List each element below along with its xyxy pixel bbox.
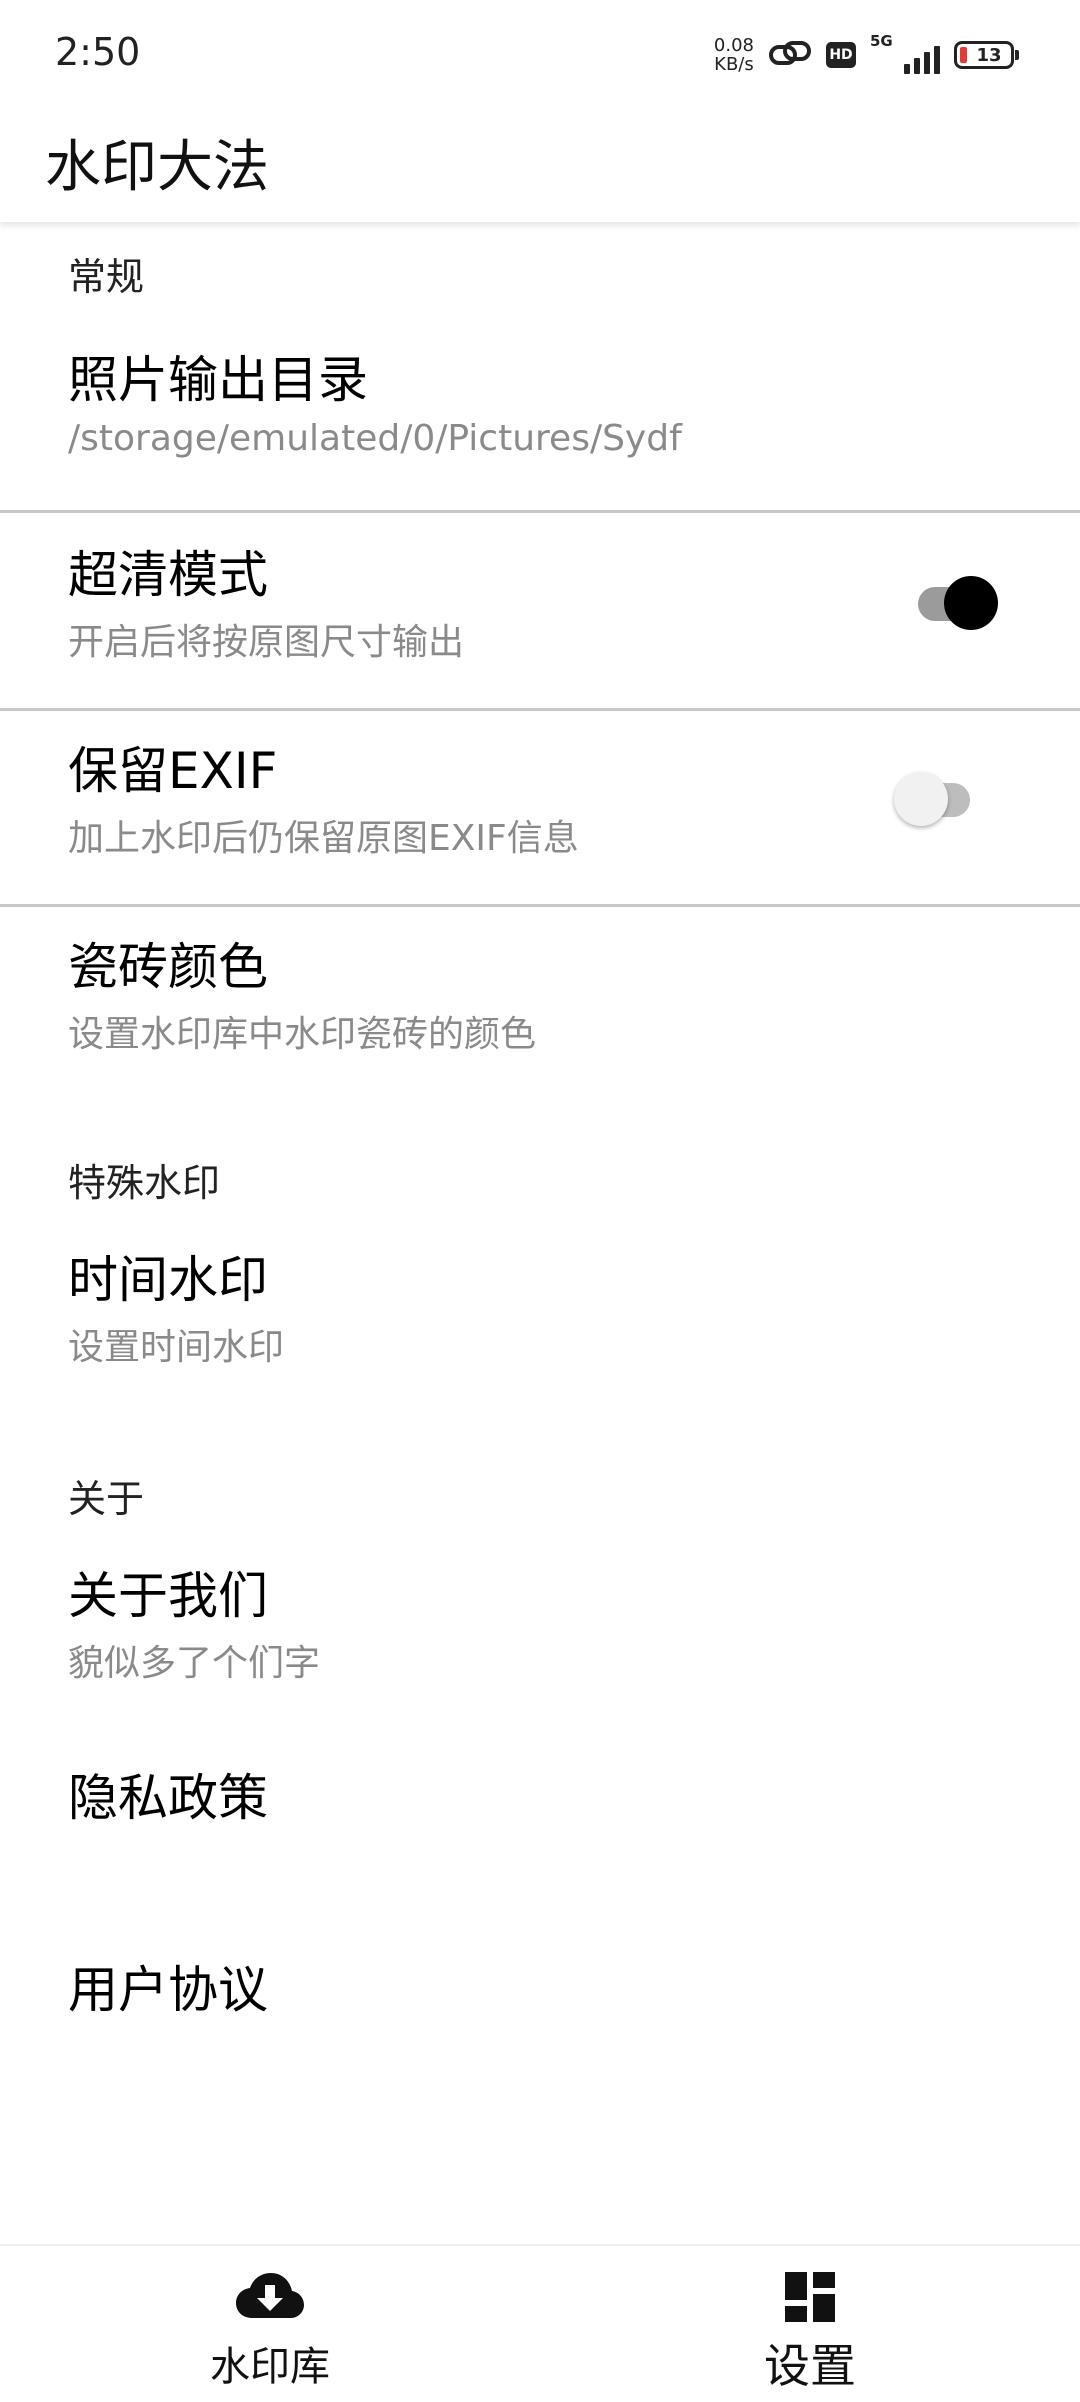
- app-bar: 水印大法: [0, 100, 1080, 222]
- link-icon: [769, 41, 811, 65]
- pref-summary: 貌似多了个们字: [68, 1643, 321, 1684]
- pref-summary: 开启后将按原图尺寸输出: [68, 622, 465, 663]
- network-speed-value: 0.08: [713, 35, 754, 56]
- battery-level: 13: [976, 44, 1002, 66]
- pref-keep-exif[interactable]: 保留EXIF 加上水印后仍保留原图EXIF信息: [0, 711, 1080, 906]
- nav-item-watermark-library[interactable]: 水印库: [0, 2246, 540, 2402]
- battery-icon: 13: [954, 41, 1019, 69]
- pref-title: 用户协议: [68, 1961, 268, 2019]
- pref-about-us[interactable]: 关于我们 貌似多了个们字: [0, 1538, 1080, 1718]
- pref-tile-color[interactable]: 瓷砖颜色 设置水印库中水印瓷砖的颜色: [0, 907, 1080, 1087]
- pref-time-watermark[interactable]: 时间水印 设置时间水印: [0, 1222, 1080, 1402]
- pref-user-agreement[interactable]: 用户协议: [0, 1924, 1080, 2104]
- battery-fill: [960, 47, 967, 63]
- nav-label: 设置: [764, 2339, 856, 2393]
- switch-thumb: [894, 772, 948, 826]
- pref-title: 关于我们: [68, 1567, 268, 1625]
- page-title: 水印大法: [45, 135, 269, 200]
- pref-title: 超清模式: [68, 546, 268, 604]
- switch-thumb: [944, 576, 998, 630]
- hd-mode-switch[interactable]: [908, 571, 998, 631]
- status-icons: 0.08 KB/s HD 5G 13: [714, 32, 1019, 78]
- pref-privacy-policy[interactable]: 隐私政策: [0, 1732, 1080, 1912]
- pref-title: 时间水印: [68, 1251, 268, 1309]
- cloud-download-icon: [236, 2273, 304, 2318]
- network-speed-unit: KB/s: [714, 54, 754, 75]
- signal-icon: 5G: [870, 32, 940, 76]
- dashboard-icon: [785, 2272, 835, 2322]
- signal-bars: [904, 46, 940, 74]
- pref-summary: 设置时间水印: [68, 1327, 285, 1368]
- hd-badge: HD: [826, 42, 856, 68]
- pref-title: 隐私政策: [68, 1769, 268, 1827]
- battery-cap: [1015, 50, 1019, 60]
- nav-label: 水印库: [210, 2344, 330, 2390]
- pref-summary: 加上水印后仍保留原图EXIF信息: [68, 818, 579, 859]
- nav-item-settings[interactable]: 设置: [540, 2246, 1080, 2402]
- pref-title: 瓷砖颜色: [68, 938, 268, 996]
- pref-hd-mode[interactable]: 超清模式 开启后将按原图尺寸输出: [0, 513, 1080, 708]
- status-time: 2:50: [55, 30, 141, 74]
- section-header-special: 特殊水印: [68, 1161, 221, 1205]
- pref-output-directory[interactable]: 照片输出目录 /storage/emulated/0/Pictures/Sydf: [0, 322, 1080, 490]
- status-bar: 2:50 0.08 KB/s HD 5G 13: [0, 0, 1080, 100]
- network-speed: 0.08 KB/s: [714, 36, 754, 74]
- pref-summary: 设置水印库中水印瓷砖的颜色: [68, 1014, 537, 1055]
- keep-exif-switch[interactable]: [894, 767, 984, 827]
- signal-label: 5G: [870, 32, 893, 50]
- pref-title: 保留EXIF: [68, 742, 278, 800]
- section-header-about: 关于: [68, 1477, 145, 1521]
- pref-summary: /storage/emulated/0/Pictures/Sydf: [68, 418, 682, 459]
- bottom-navigation: 水印库 设置: [0, 2244, 1080, 2402]
- section-header-general: 常规: [68, 255, 145, 299]
- pref-title: 照片输出目录: [68, 351, 368, 409]
